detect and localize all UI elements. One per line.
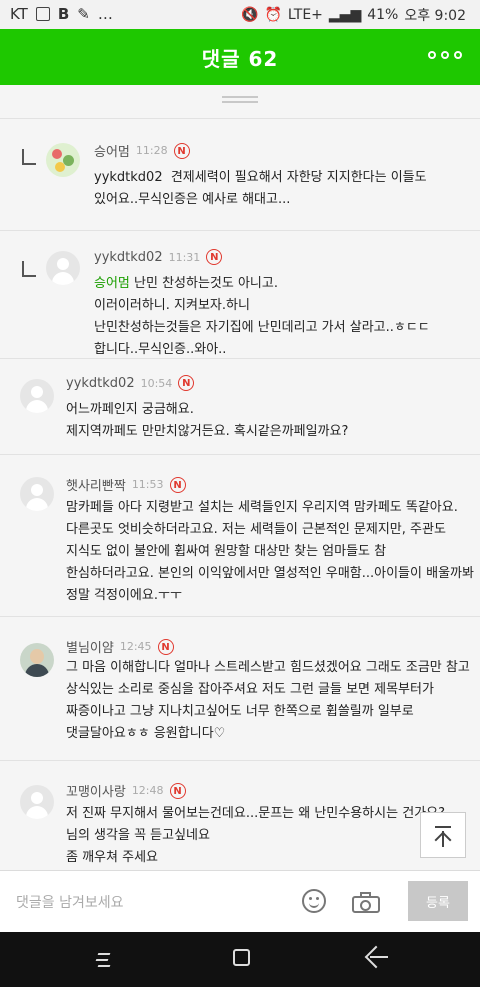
comment-time: 11:53 (131, 478, 164, 491)
comment-item: yykdtkd02 10:54 N 어느까페인지 궁금해요. 제지역까페도 만만… (0, 358, 480, 455)
emoji-icon[interactable] (302, 889, 326, 913)
new-badge: N (157, 638, 174, 655)
more-notifications-icon: … (97, 5, 114, 23)
comment-input-bar: 등록 (0, 870, 480, 933)
reply-arrow-icon (22, 261, 36, 277)
comment-text: 승어멈 난민 찬성하는것도 아니고. 이러이러하니. 지켜보자.하니 난민찬성하… (94, 276, 430, 357)
comment-item: 별님이얌 12:45 N 그 마음 이해합니다 얼마나 스트레스받고 힘드셨겠어… (0, 616, 480, 761)
pen-icon: ✎ (77, 5, 90, 23)
comment-time: 12:45 (119, 640, 152, 653)
app-header: 댓글 62 (0, 29, 480, 85)
avatar[interactable] (20, 643, 54, 677)
comment-nickname[interactable]: 승어멈 (94, 141, 130, 160)
scroll-top-button[interactable] (420, 812, 466, 858)
home-icon[interactable] (233, 949, 250, 966)
comment-item: 햇사리빤짝 11:53 N 맘카페들 아다 지령받고 설치는 세력들인지 우리지… (0, 454, 480, 617)
reply-arrow-icon (22, 149, 36, 165)
comment-nickname[interactable]: yykdtkd02 (94, 250, 163, 265)
comment-text: yykdtkd02 견제세력이 필요해서 자한당 지지한다는 이들도 있어요..… (94, 170, 427, 207)
comment-item: 승어멈 11:28 N yykdtkd02 견제세력이 필요해서 자한당 지지한… (0, 118, 480, 231)
new-badge: N (173, 142, 190, 159)
page-title: 댓글 62 (201, 47, 279, 71)
comment-nickname[interactable]: 꼬맹이사랑 (66, 781, 126, 800)
network-label: LTE+ (287, 7, 323, 23)
blog-icon: B (57, 5, 70, 23)
avatar[interactable] (20, 785, 54, 819)
avatar[interactable] (20, 477, 54, 511)
mention-link[interactable]: 승어멈 (94, 276, 130, 291)
comment-text: 그 마음 이해합니다 얼마나 스트레스받고 힘드셨겠어요 그래도 조금만 참고 … (66, 660, 470, 741)
comment-time: 11:31 (168, 250, 201, 264)
comment-item: yykdtkd02 11:31 N 승어멈 난민 찬성하는것도 아니고. 이러이… (0, 230, 480, 371)
carrier-label: KT (10, 5, 28, 23)
comment-nickname[interactable]: 햇사리빤짝 (66, 475, 126, 494)
submit-button[interactable]: 등록 (408, 881, 468, 921)
status-bar: KT B ✎ … 🔇 ⏰ LTE+ ▂▄▆ 41% 오후 9:02 (0, 0, 480, 29)
more-dots-icon[interactable] (428, 51, 462, 59)
new-badge: N (169, 782, 186, 799)
camera-icon[interactable] (352, 892, 380, 913)
comment-text: 저 진짜 무지해서 물어보는건데요...문프는 왜 난민수용하시는 건가요? 님… (66, 806, 445, 865)
avatar[interactable] (46, 143, 80, 177)
signal-icon: ▂▄▆ (328, 7, 362, 23)
arrow-up-icon (435, 826, 451, 828)
new-badge: N (169, 476, 186, 493)
avatar[interactable] (46, 251, 80, 285)
battery-label: 41% (367, 7, 399, 23)
new-badge: N (206, 249, 223, 265)
gallery-icon (35, 7, 50, 21)
comment-input[interactable] (14, 890, 288, 916)
comment-text: 어느까페인지 궁금해요. 제지역까페도 만만치않거든요. 혹시같은까페일까요? (66, 402, 349, 439)
recent-apps-icon[interactable] (95, 950, 114, 970)
drag-handle[interactable] (222, 96, 258, 103)
alarm-icon: ⏰ (264, 7, 282, 23)
comment-text: 맘카페들 아다 지령받고 설치는 세력들인지 우리지역 맘카페도 똑같아요. 다… (66, 500, 474, 603)
clock-label: 오후 9:02 (404, 8, 466, 24)
comment-nickname[interactable]: yykdtkd02 (66, 376, 135, 391)
comment-time: 12:48 (131, 784, 164, 797)
comment-time: 10:54 (140, 376, 173, 390)
comment-time: 11:28 (135, 144, 168, 157)
avatar[interactable] (20, 379, 54, 413)
mute-icon: 🔇 (241, 7, 259, 23)
comment-nickname[interactable]: 별님이얌 (66, 637, 114, 656)
new-badge: N (178, 375, 195, 391)
system-nav-bar (0, 932, 480, 987)
comment-item: 꼬맹이사랑 12:48 N 저 진짜 무지해서 물어보는건데요...문프는 왜 … (0, 760, 480, 871)
